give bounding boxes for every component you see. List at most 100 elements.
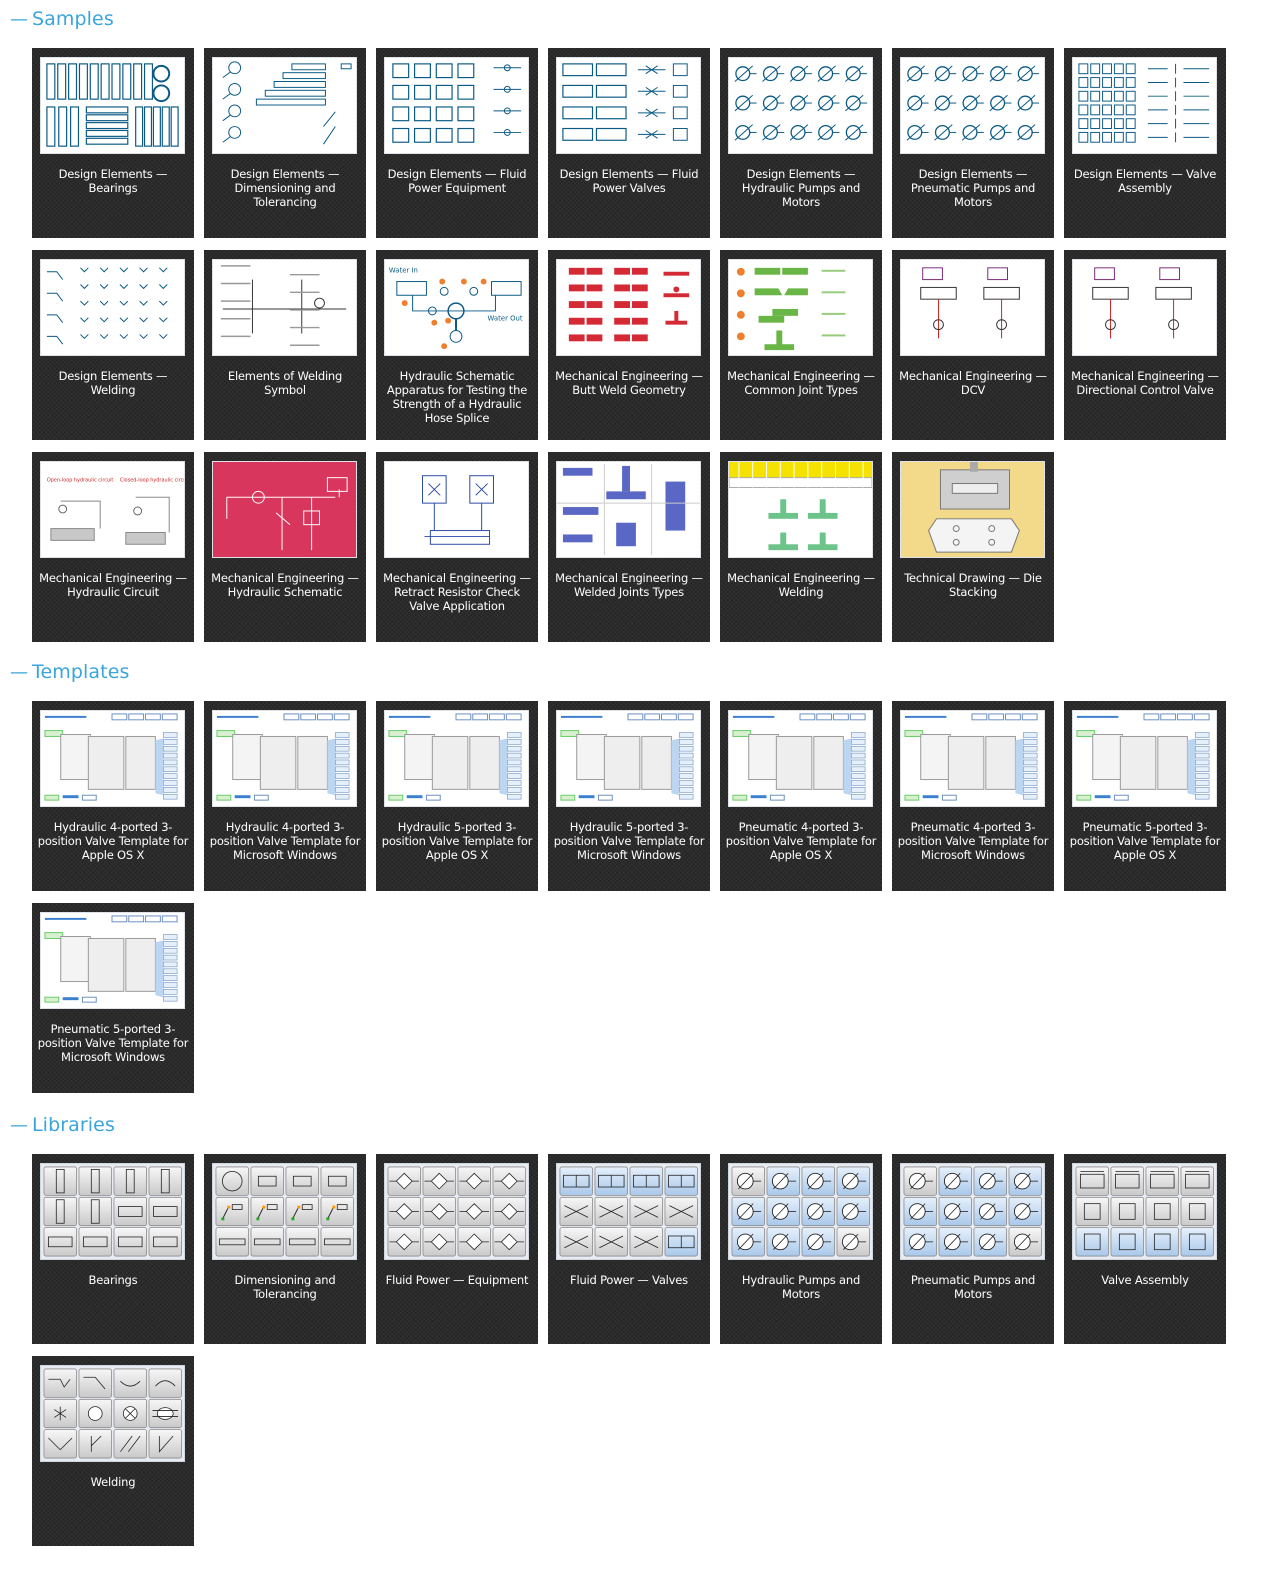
libraries-card-fluid-power-valves[interactable]: Fluid Power — Valves [548, 1154, 710, 1344]
thumbnail-welding-symbol-drawing[interactable] [212, 259, 357, 356]
thumbnail-hydraulic-schematic-drawing[interactable] [212, 461, 357, 558]
samples-card-mechanical-engineering-welding[interactable]: Mechanical Engineering — Welding [720, 452, 882, 642]
thumbnail-valve-assembly-drawing[interactable] [1072, 57, 1217, 154]
card-title: Hydraulic 4-ported 3-position Valve Temp… [37, 820, 189, 862]
libraries-card-valve-assembly[interactable]: Valve Assembly [1064, 1154, 1226, 1344]
templates-card-pneumatic-5-ported-3-position-valve-template-for-apple-os-x[interactable]: — Pneumatic 5-ported 3-position Valve Tem… [1064, 701, 1226, 891]
thumbnail-library-icon-grid[interactable] [40, 1365, 185, 1462]
templates-card-hydraulic-4-ported-3-position-valve-template-for-apple-os-x[interactable]: — Hydraulic 4-ported 3-position Valve Tem… [32, 701, 194, 891]
thumbnail-welding-drawing[interactable] [40, 259, 185, 356]
thumbnail-template-screenshot[interactable]: — [1072, 710, 1217, 807]
libraries-card-pneumatic-pumps-and-motors[interactable]: Pneumatic Pumps and Motors [892, 1154, 1054, 1344]
samples-card-technical-drawing-die-stacking[interactable]: Technical Drawing — Die Stacking [892, 452, 1054, 642]
thumbnail-butt-weld-drawing[interactable] [556, 259, 701, 356]
samples-card-mechanical-engineering-welded-joints-types[interactable]: Mechanical Engineering — Welded Joints T… [548, 452, 710, 642]
thumbnail-welding-chart-drawing[interactable] [728, 461, 873, 558]
section-header-templates[interactable]: — Templates [10, 657, 130, 687]
samples-card-design-elements-dimensioning-and-tolerancing[interactable]: Design Elements — Dimensioning and Toler… [204, 48, 366, 238]
samples-card-mechanical-engineering-retract-resistor-check-valve-application[interactable]: Mechanical Engineering — Retract Resisto… [376, 452, 538, 642]
thumbnail-template-screenshot[interactable]: — [212, 710, 357, 807]
samples-card-elements-of-welding-symbol[interactable]: Elements of Welding Symbol [204, 250, 366, 440]
thumbnail-joint-types-drawing[interactable] [728, 259, 873, 356]
thumbnail-template-screenshot[interactable]: — [728, 710, 873, 807]
samples-card-design-elements-fluid-power-equipment[interactable]: Design Elements — Fluid Power Equipment [376, 48, 538, 238]
templates-card-pneumatic-5-ported-3-position-valve-template-for-microsoft-windows[interactable]: — Pneumatic 5-ported 3-position Valve Tem… [32, 903, 194, 1093]
templates-card-hydraulic-5-ported-3-position-valve-template-for-microsoft-windows[interactable]: — Hydraulic 5-ported 3-position Valve Tem… [548, 701, 710, 891]
thumbnail-check-valve-drawing[interactable] [384, 461, 529, 558]
section-title-libraries: Libraries [32, 1114, 115, 1136]
libraries-card-dimensioning-and-tolerancing[interactable]: Dimensioning and Tolerancing [204, 1154, 366, 1344]
card-title: Mechanical Engineering — Hydraulic Circu… [39, 571, 187, 599]
samples-card-design-elements-welding[interactable]: Design Elements — Welding [32, 250, 194, 440]
card-title: Mechanical Engineering — Common Joint Ty… [727, 369, 875, 397]
thumbnail-template-screenshot[interactable]: — [40, 912, 185, 1009]
libraries-card-welding[interactable]: Welding [32, 1356, 194, 1546]
collapse-icon[interactable]: — [10, 1115, 32, 1136]
card-title: Pneumatic 5-ported 3-position Valve Temp… [37, 1022, 189, 1064]
libraries-card-bearings[interactable]: Bearings [32, 1154, 194, 1344]
card-title: Elements of Welding Symbol [227, 369, 343, 397]
thumbnail-dcv-drawing[interactable] [900, 259, 1045, 356]
thumbnail-fluid-valves-drawing[interactable] [556, 57, 701, 154]
templates-card-pneumatic-4-ported-3-position-valve-template-for-apple-os-x[interactable]: — Pneumatic 4-ported 3-position Valve Tem… [720, 701, 882, 891]
card-title: Pneumatic 5-ported 3-position Valve Temp… [1069, 820, 1221, 862]
thumbnail-template-screenshot[interactable]: — [384, 710, 529, 807]
card-title: Design Elements — Pneumatic Pumps and Mo… [910, 167, 1036, 209]
samples-card-hydraulic-schematic-apparatus-for-testing-the-strength-of-a-hydraulic-hose-splice[interactable]: Water In Water Out Hydraulic Schematic App… [376, 250, 538, 440]
thumbnail-library-icon-grid[interactable] [212, 1163, 357, 1260]
templates-card-pneumatic-4-ported-3-position-valve-template-for-microsoft-windows[interactable]: — Pneumatic 4-ported 3-position Valve Tem… [892, 701, 1054, 891]
thumbnail-hose-splice-schematic[interactable]: Water In Water Out [384, 259, 529, 356]
samples-card-design-elements-pneumatic-pumps-and-motors[interactable]: Design Elements — Pneumatic Pumps and Mo… [892, 48, 1054, 238]
card-title: Hydraulic Pumps and Motors [741, 1273, 861, 1301]
thumbnail-dimensioning-drawing[interactable] [212, 57, 357, 154]
samples-card-mechanical-engineering-butt-weld-geometry[interactable]: Mechanical Engineering — Butt Weld Geome… [548, 250, 710, 440]
card-title: Hydraulic 5-ported 3-position Valve Temp… [381, 820, 533, 862]
section-title-samples: Samples [32, 8, 114, 30]
samples-card-mechanical-engineering-common-joint-types[interactable]: Mechanical Engineering — Common Joint Ty… [720, 250, 882, 440]
templates-card-hydraulic-4-ported-3-position-valve-template-for-microsoft-windows[interactable]: — Hydraulic 4-ported 3-position Valve Tem… [204, 701, 366, 891]
thumbnail-library-icon-grid[interactable] [384, 1163, 529, 1260]
thumbnail-library-icon-grid[interactable] [728, 1163, 873, 1260]
samples-card-mechanical-engineering-dcv[interactable]: Mechanical Engineering — DCV [892, 250, 1054, 440]
samples-card-design-elements-bearings[interactable]: Design Elements — Bearings [32, 48, 194, 238]
templates-card-hydraulic-5-ported-3-position-valve-template-for-apple-os-x[interactable]: — Hydraulic 5-ported 3-position Valve Tem… [376, 701, 538, 891]
thumbnail-template-screenshot[interactable]: — [900, 710, 1045, 807]
thumbnail-welded-joints-drawing[interactable] [556, 461, 701, 558]
card-title: Pneumatic Pumps and Motors [910, 1273, 1036, 1301]
thumbnail-fluid-equipment-drawing[interactable] [384, 57, 529, 154]
thumbnail-template-screenshot[interactable]: — [40, 710, 185, 807]
samples-card-design-elements-valve-assembly[interactable]: Design Elements — Valve Assembly [1064, 48, 1226, 238]
thumbnail-die-stacking-drawing[interactable] [900, 461, 1045, 558]
thumbnail-pneumatic-pumps-drawing[interactable] [900, 57, 1045, 154]
thumbnail-library-icon-grid[interactable] [900, 1163, 1045, 1260]
collapse-icon[interactable]: — [10, 9, 32, 30]
thumbnail-library-icon-grid[interactable] [556, 1163, 701, 1260]
thumbnail-directional-valve-drawing[interactable] [1072, 259, 1217, 356]
section-header-samples[interactable]: — Samples [10, 4, 114, 34]
card-title: Fluid Power — Equipment [385, 1273, 529, 1287]
card-title: Welding [90, 1475, 136, 1489]
card-title: Mechanical Engineering — Hydraulic Schem… [211, 571, 359, 599]
samples-card-mechanical-engineering-hydraulic-schematic[interactable]: Mechanical Engineering — Hydraulic Schem… [204, 452, 366, 642]
libraries-card-hydraulic-pumps-and-motors[interactable]: Hydraulic Pumps and Motors [720, 1154, 882, 1344]
thumbnail-bearings-drawing[interactable] [40, 57, 185, 154]
section-header-libraries[interactable]: — Libraries [10, 1110, 115, 1140]
thumbnail-template-screenshot[interactable]: — [556, 710, 701, 807]
card-title: Design Elements — Dimensioning and Toler… [230, 167, 340, 209]
card-title: Mechanical Engineering — Welding [727, 571, 875, 599]
collapse-icon[interactable]: — [10, 662, 32, 683]
samples-card-mechanical-engineering-hydraulic-circuit[interactable]: Open-loop hydraulic circuit Closed-loop h… [32, 452, 194, 642]
thumbnail-hydraulic-pumps-drawing[interactable] [728, 57, 873, 154]
samples-card-design-elements-hydraulic-pumps-and-motors[interactable]: Design Elements — Hydraulic Pumps and Mo… [720, 48, 882, 238]
thumbnail-hydraulic-circuit-drawing[interactable]: Open-loop hydraulic circuit Closed-loop h… [40, 461, 185, 558]
thumbnail-library-icon-grid[interactable] [40, 1163, 185, 1260]
samples-card-mechanical-engineering-directional-control-valve[interactable]: Mechanical Engineering — Directional Con… [1064, 250, 1226, 440]
samples-card-design-elements-fluid-power-valves[interactable]: Design Elements — Fluid Power Valves [548, 48, 710, 238]
card-title: Technical Drawing — Die Stacking [904, 571, 1042, 599]
card-title: Design Elements — Hydraulic Pumps and Mo… [741, 167, 861, 209]
card-title: Mechanical Engineering — Retract Resisto… [383, 571, 531, 613]
card-title: Fluid Power — Valves [570, 1273, 688, 1287]
libraries-card-fluid-power-equipment[interactable]: Fluid Power — Equipment [376, 1154, 538, 1344]
thumbnail-library-icon-grid[interactable] [1072, 1163, 1217, 1260]
card-title: Design Elements — Valve Assembly [1073, 167, 1217, 195]
